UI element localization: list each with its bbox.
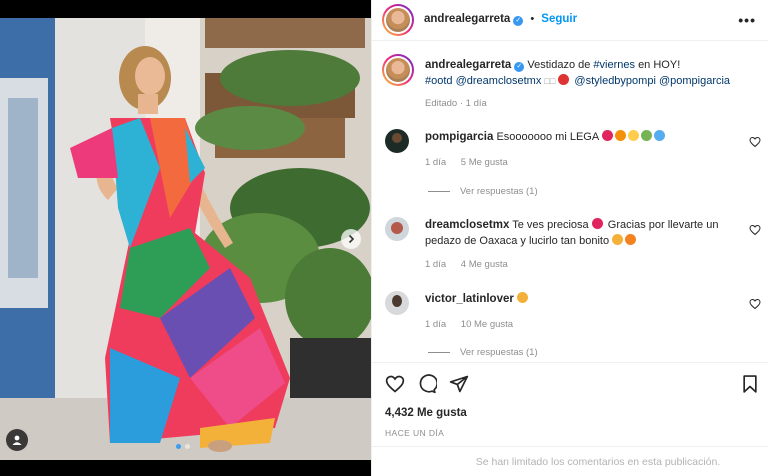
caption-part: en HOY! [638,59,681,71]
comment-likes[interactable]: 4 Me gusta [461,259,508,270]
mention-link[interactable]: @styledbypompi [574,75,655,87]
comment-text: dreamclosetmx Te ves preciosa Gracias po… [425,217,734,249]
author-username[interactable]: andrealegarreta [424,13,510,25]
comments-list: andrealegarreta ✓ Vestidazo de #viernes e… [372,42,768,362]
heart-emojis [601,130,667,143]
likes-count[interactable]: 4,432 Me gusta [385,407,467,419]
caption-avatar[interactable] [382,54,414,86]
heart-icon[interactable] [749,224,761,236]
commenter-avatar[interactable] [385,217,409,241]
post-image[interactable] [0,18,371,460]
heart-emoji-icon [614,130,626,141]
hashtag-link[interactable]: #ootd [425,75,453,87]
commenter-avatar[interactable] [385,291,409,315]
heart-emoji-icon [640,130,652,141]
comment-icon[interactable] [417,374,437,394]
mention-link[interactable]: @pompigarcia [659,75,730,87]
caption-part: Vestidazo de [527,59,591,71]
comment-likes[interactable]: 5 Me gusta [461,157,508,168]
heart-emoji-icon [627,130,639,141]
comment-item: victor_latinlover 1 día 10 Me gusta Ver … [372,288,768,362]
commenter-username[interactable]: pompigarcia [425,131,493,143]
caption-author[interactable]: andrealegarreta [425,59,511,71]
verified-icon: ✓ [513,16,524,26]
dancer-emoji-icon [558,74,570,85]
next-arrow-icon [348,234,355,244]
comment-body: Te ves preciosa [512,219,589,231]
follow-button[interactable]: Seguir [541,13,577,25]
comment-item: dreamclosetmx Te ves preciosa Gracias po… [372,214,768,284]
heart-icon[interactable] [385,374,405,394]
fire-emoji-icon [625,234,637,245]
comment-age: 1 día [425,157,447,168]
caption-text: andrealegarreta ✓ Vestidazo de #viernes e… [425,59,731,87]
view-replies[interactable]: Ver respuestas (1) [428,347,538,358]
comment-age: 1 día [425,319,447,330]
view-replies-label: Ver respuestas (1) [460,186,538,197]
carousel-dot [185,444,190,449]
comment-text: victor_latinlover [425,291,734,307]
post-actions: 4,432 Me gusta HACE UN DÍA Se han limita… [372,362,768,476]
commenter-username[interactable]: dreamclosetmx [425,219,509,231]
tag-user-button[interactable] [6,429,28,451]
view-replies[interactable]: Ver respuestas (1) [428,186,538,197]
hashtag-link[interactable]: #viernes [593,59,635,71]
post-details-panel: andrealegarreta ✓ • Seguir ••• andrealega… [371,0,768,476]
more-icon[interactable]: ••• [738,12,756,28]
comment-meta: 1 día 5 Me gusta [425,157,520,168]
post-header: andrealegarreta ✓ • Seguir ••• [372,0,768,41]
comment-text: pompigarcia Esooooooo mi LEGA [425,129,734,145]
comment-age: 1 día [425,259,447,270]
tag-user-icon [12,435,22,445]
comment-item: pompigarcia Esooooooo mi LEGA 1 día 5 Me… [372,126,768,206]
post-photo-panel [0,0,371,476]
share-icon[interactable] [449,374,469,394]
caption-meta: Editado · 1 día [425,98,487,109]
post-time[interactable]: HACE UN DÍA [385,428,444,438]
caption: andrealegarreta ✓ Vestidazo de #viernes e… [372,42,768,117]
next-image-button[interactable] [341,229,361,249]
view-replies-label: Ver respuestas (1) [460,347,538,358]
comments-limited-notice: Se han limitado los comentarios en esta … [372,446,768,476]
comment-meta: 1 día 10 Me gusta [425,319,525,330]
commenter-username[interactable]: victor_latinlover [425,293,514,305]
verified-icon: ✓ [514,62,525,72]
author-avatar[interactable] [382,4,414,36]
heart-icon[interactable] [749,298,761,310]
heart-icon[interactable] [749,136,761,148]
mention-link[interactable]: @dreamclosetmx [456,75,542,87]
heart-emoji-icon [601,130,613,141]
comment-likes[interactable]: 10 Me gusta [461,319,513,330]
heart-emoji-icon [591,218,603,229]
save-icon[interactable] [740,374,760,394]
heart-eyes-emoji-icon [516,292,528,303]
instagram-post-window: andrealegarreta ✓ • Seguir ••• andrealega… [0,0,768,476]
carousel-indicator [176,444,190,449]
heart-eyes-emoji-icon [612,234,624,245]
commenter-avatar[interactable] [385,129,409,153]
heart-emoji-icon [653,130,665,141]
comment-meta: 1 día 4 Me gusta [425,259,520,270]
carousel-dot-active [176,444,181,449]
comment-body: Esooooooo mi LEGA [496,131,599,143]
